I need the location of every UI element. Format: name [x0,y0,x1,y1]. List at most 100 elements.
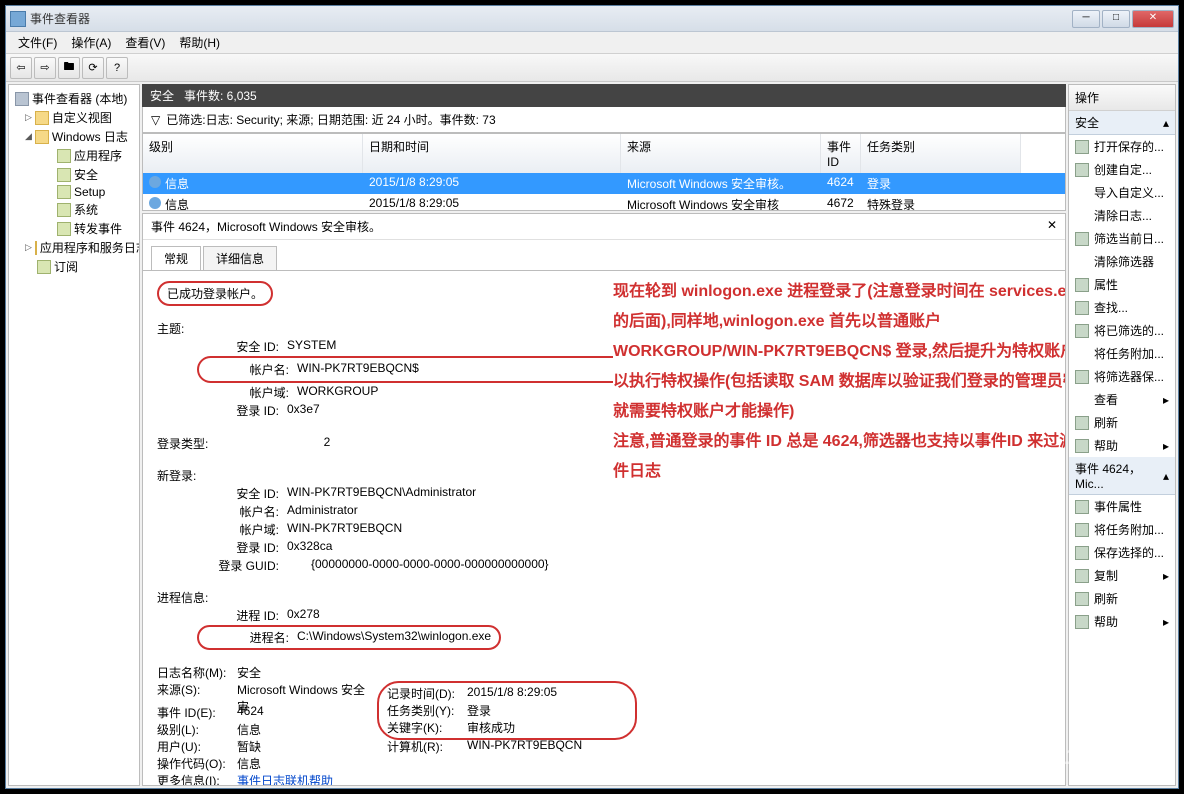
titlebar[interactable]: 事件查看器 ─ □ ✕ [6,6,1178,32]
actions-header: 操作 [1069,85,1175,111]
refresh-button[interactable]: ⟳ [82,57,104,79]
col-level[interactable]: 级别 [143,134,363,173]
help-icon [1075,615,1089,629]
copy-icon [1075,569,1089,583]
tree-security[interactable]: 安全 [13,165,135,184]
tab-details[interactable]: 详细信息 [203,246,277,271]
minimize-button[interactable]: ─ [1072,10,1100,28]
help-button[interactable]: ? [106,57,128,79]
folder-icon [35,111,49,125]
close-detail-button[interactable]: ✕ [1047,218,1057,235]
action-view[interactable]: 查看▸ [1069,388,1175,411]
folder-icon [35,130,49,144]
action-copy[interactable]: 复制▸ [1069,564,1175,587]
refresh-icon [1075,592,1089,606]
col-id[interactable]: 事件 ID [821,134,861,173]
action-import-custom[interactable]: 导入自定义... [1069,181,1175,204]
action-save-filter[interactable]: 将筛选器保... [1069,365,1175,388]
close-button[interactable]: ✕ [1132,10,1174,28]
tree-setup[interactable]: Setup [13,184,135,200]
subscription-icon [37,260,51,274]
success-message: 已成功登录帐户。 [157,281,273,306]
detail-title: 事件 4624，Microsoft Windows 安全审核。 [151,218,381,235]
action-refresh[interactable]: 刷新 [1069,411,1175,434]
action-create-custom[interactable]: 创建自定... [1069,158,1175,181]
help-icon [1075,439,1089,453]
annotation-overlay: 现在轮到 winlogon.exe 进程登录了(注意登录时间在 services… [613,277,1065,487]
menu-file[interactable]: 文件(F) [12,32,63,53]
funnel-icon [1075,163,1089,177]
action-refresh2[interactable]: 刷新 [1069,587,1175,610]
tree-windows-logs[interactable]: ◢Windows 日志 [13,127,135,146]
info-icon [149,176,161,188]
back-button[interactable]: ⇦ [10,57,32,79]
tree-custom-views[interactable]: ▷自定义视图 [13,108,135,127]
filter-text: 已筛选:日志: Security; 来源; 日期范围: 近 24 小时。事件数:… [166,111,495,128]
save-icon [1075,370,1089,384]
col-datetime[interactable]: 日期和时间 [363,134,621,173]
collapse-icon: ▴ [1163,116,1169,130]
chevron-right-icon: ▸ [1163,569,1169,583]
open-icon [1075,140,1089,154]
event-table[interactable]: 级别 日期和时间 来源 事件 ID 任务类别 信息 2015/1/8 8:29:… [142,133,1066,211]
online-help-link[interactable]: 事件日志联机帮助 [237,774,333,785]
app-icon [10,11,26,27]
log-icon [57,149,71,163]
action-find[interactable]: 查找... [1069,296,1175,319]
action-save-filtered[interactable]: 将已筛选的... [1069,319,1175,342]
action-properties[interactable]: 属性 [1069,273,1175,296]
action-attach-task[interactable]: 将任务附加... [1069,342,1175,365]
table-row[interactable]: 信息 2015/1/8 8:29:05 Microsoft Windows 安全… [143,194,1065,210]
menu-action[interactable]: 操作(A) [65,32,117,53]
actions-section-security[interactable]: 安全▴ [1069,111,1175,135]
up-button[interactable]: 🖿 [58,57,80,79]
col-source[interactable]: 来源 [621,134,821,173]
table-header[interactable]: 级别 日期和时间 来源 事件 ID 任务类别 [143,134,1065,173]
grid-header-log: 安全 [150,87,174,104]
search-icon [1075,301,1089,315]
tree-system[interactable]: 系统 [13,200,135,219]
log-icon [57,222,71,236]
grid-header: 安全 事件数: 6,035 [142,84,1066,107]
maximize-button[interactable]: □ [1102,10,1130,28]
tree-subscriptions[interactable]: 订阅 [13,257,135,276]
action-clear-filter[interactable]: 清除筛选器 [1069,250,1175,273]
action-attach-task2[interactable]: 将任务附加... [1069,518,1175,541]
tree-forwarded[interactable]: 转发事件 [13,219,135,238]
toolbar: ⇦ ⇨ 🖿 ⟳ ? [6,54,1178,82]
tree-root[interactable]: 事件查看器 (本地) [13,89,135,108]
login-type-label: 登录类型: [157,435,287,452]
actions-pane: 操作 安全▴ 打开保存的... 创建自定... 导入自定义... 清除日志...… [1068,84,1176,786]
info-icon [149,197,161,209]
table-row[interactable]: 信息 2015/1/8 8:29:05 Microsoft Windows 安全… [143,173,1065,194]
save-icon [1075,324,1089,338]
action-save-selected[interactable]: 保存选择的... [1069,541,1175,564]
save-icon [1075,546,1089,560]
tree-app-services[interactable]: ▷应用程序和服务日志 [13,238,135,257]
funnel-icon: ▽ [151,113,160,127]
action-filter-current[interactable]: 筛选当前日... [1069,227,1175,250]
chevron-right-icon: ▸ [1163,615,1169,629]
menu-help[interactable]: 帮助(H) [173,32,226,53]
nav-tree[interactable]: 事件查看器 (本地) ▷自定义视图 ◢Windows 日志 应用程序 安全 Se… [8,84,140,786]
grid-header-count: 事件数: 6,035 [184,87,257,104]
menu-view[interactable]: 查看(V) [119,32,171,53]
folder-icon [35,241,37,255]
watermark: 51CTO.com 技术博客 Blog [1052,744,1174,786]
collapse-icon: ▴ [1163,469,1169,483]
chevron-right-icon: ▸ [1163,439,1169,453]
chevron-right-icon: ▸ [1163,393,1169,407]
action-event-properties[interactable]: 事件属性 [1069,495,1175,518]
menubar: 文件(F) 操作(A) 查看(V) 帮助(H) [6,32,1178,54]
tab-general[interactable]: 常规 [151,246,201,271]
tree-application[interactable]: 应用程序 [13,146,135,165]
action-help[interactable]: 帮助▸ [1069,434,1175,457]
actions-section-event[interactable]: 事件 4624，Mic...▴ [1069,457,1175,495]
forward-button[interactable]: ⇨ [34,57,56,79]
action-clear-log[interactable]: 清除日志... [1069,204,1175,227]
col-task[interactable]: 任务类别 [861,134,1021,173]
action-open-saved[interactable]: 打开保存的... [1069,135,1175,158]
main-window: 事件查看器 ─ □ ✕ 文件(F) 操作(A) 查看(V) 帮助(H) ⇦ ⇨ … [5,5,1179,789]
refresh-icon [1075,416,1089,430]
action-help2[interactable]: 帮助▸ [1069,610,1175,633]
